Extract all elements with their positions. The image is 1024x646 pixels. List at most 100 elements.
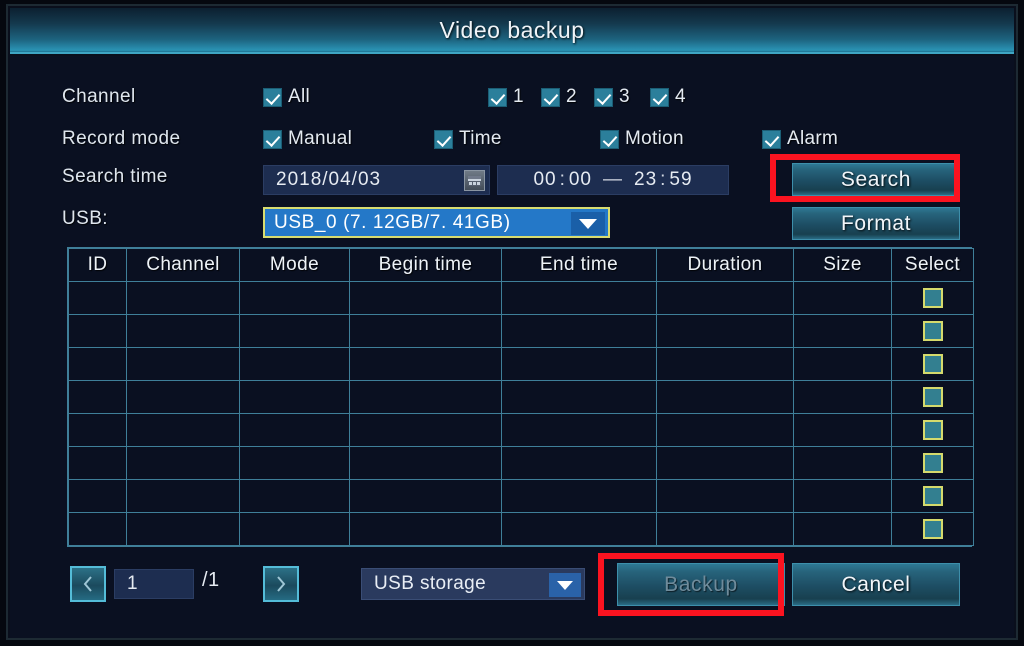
channel-1-checkbox[interactable]: 1 [488,86,524,108]
table-row[interactable] [68,347,974,381]
cell-mode [239,413,350,447]
cell-mode [239,314,350,348]
chevron-left-icon [83,576,92,592]
next-page-button[interactable] [263,566,299,602]
record-mode-time-checkbox[interactable]: Time [434,128,502,150]
row-select-checkbox[interactable] [922,453,943,473]
row-select-checkbox[interactable] [922,387,943,407]
cell-size [793,380,892,414]
cell-size [793,281,892,315]
cell-id [68,347,127,381]
record-mode-alarm-checkbox[interactable]: Alarm [762,128,838,150]
channel-2-checkbox[interactable]: 2 [541,86,577,108]
backup-results-table: ID Channel Mode Begin time End time Dura… [67,247,974,547]
chevron-down-icon[interactable] [571,212,605,235]
cell-channel [126,512,240,546]
end-minute: 59 [669,169,693,190]
cell-size [793,446,892,480]
cell-mode [239,281,350,315]
cell-select[interactable] [891,347,974,381]
cell-select[interactable] [891,380,974,414]
cell-size [793,314,892,348]
table-row[interactable] [68,446,974,480]
chevron-down-icon[interactable] [549,573,581,597]
record-mode-manual-checkbox[interactable]: Manual [263,128,352,150]
table-header-row: ID Channel Mode Begin time End time Dura… [68,248,974,282]
row-select-checkbox[interactable] [922,420,943,440]
cell-end_time [501,479,657,513]
table-row[interactable] [68,380,974,414]
storage-type-select[interactable]: USB storage [361,568,585,600]
cell-select[interactable] [891,281,974,315]
checkbox-checked-icon [762,129,781,149]
table-row[interactable] [68,314,974,348]
table-row[interactable] [68,281,974,315]
row-select-checkbox[interactable] [922,486,943,506]
column-header-begin-time: Begin time [349,248,502,282]
channel-3-checkbox[interactable]: 3 [594,86,630,108]
channel-4-checkbox[interactable]: 4 [650,86,686,108]
checkbox-checked-icon [594,87,613,107]
search-button[interactable]: Search [792,163,960,196]
column-header-select: Select [891,248,974,282]
checkbox-checked-icon [600,129,619,149]
search-date-field[interactable]: 2018/04/03 [263,165,490,195]
backup-button[interactable]: Backup [617,563,785,606]
cell-begin_time [349,380,502,414]
record-mode-time-label: Time [459,128,502,149]
row-select-checkbox[interactable] [922,354,943,374]
row-select-checkbox[interactable] [922,288,943,308]
usb-label: USB: [62,208,108,229]
cell-mode [239,446,350,480]
cancel-button[interactable]: Cancel [792,563,960,606]
page-title: Video backup [439,17,585,43]
storage-type-selected-value: USB storage [374,573,487,594]
cell-end_time [501,281,657,315]
record-mode-motion-label: Motion [625,128,684,149]
cell-duration [656,347,794,381]
cell-size [793,347,892,381]
start-hour: 00 [533,169,557,190]
page-number-input[interactable]: 1 [114,569,194,599]
column-header-id: ID [68,248,127,282]
prev-page-button[interactable] [70,566,106,602]
cell-duration [656,314,794,348]
record-mode-motion-checkbox[interactable]: Motion [600,128,684,150]
channel-all-label: All [288,86,311,107]
cell-duration [656,380,794,414]
table-row[interactable] [68,479,974,513]
chevron-right-icon [277,576,286,592]
usb-device-select[interactable]: USB_0 (7. 12GB/7. 41GB) [263,207,610,238]
checkbox-checked-icon [263,87,282,107]
checkbox-checked-icon [650,87,669,107]
channel-label: Channel [62,86,136,107]
row-select-checkbox[interactable] [922,321,943,341]
column-header-channel: Channel [126,248,240,282]
cell-begin_time [349,446,502,480]
column-header-size: Size [793,248,892,282]
cell-select[interactable] [891,446,974,480]
cell-end_time [501,347,657,381]
cell-id [68,446,127,480]
checkbox-checked-icon [541,87,560,107]
search-time-range-field[interactable]: 00 : 00 — 23 : 59 [497,165,729,195]
cell-select[interactable] [891,413,974,447]
cell-begin_time [349,512,502,546]
channel-3-label: 3 [619,86,630,107]
calendar-icon[interactable] [464,170,485,191]
search-time-label: Search time [62,166,168,187]
cell-select[interactable] [891,314,974,348]
column-header-mode: Mode [239,248,350,282]
format-button[interactable]: Format [792,207,960,240]
row-select-checkbox[interactable] [922,519,943,539]
table-row[interactable] [68,512,974,546]
record-mode-manual-label: Manual [288,128,353,149]
cell-end_time [501,380,657,414]
cell-select[interactable] [891,479,974,513]
cell-end_time [501,446,657,480]
table-row[interactable] [68,413,974,447]
cell-select[interactable] [891,512,974,546]
cell-channel [126,347,240,381]
channel-all-checkbox[interactable]: All [263,86,310,108]
page-total-label: /1 [202,569,220,591]
